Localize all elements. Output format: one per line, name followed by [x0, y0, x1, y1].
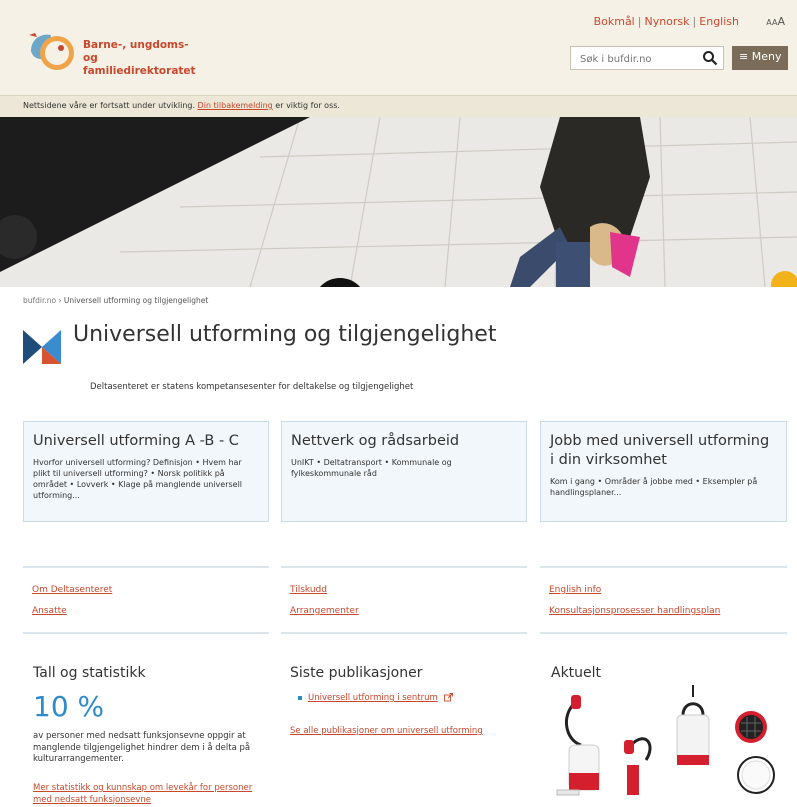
card-desc: Kom i gang • Områder å jobbe med • Eksem…: [550, 477, 758, 497]
publications-title: Siste publikasjoner: [290, 665, 423, 681]
link-om-deltasenteret[interactable]: Om Deltasenteret: [32, 585, 112, 595]
publication-link[interactable]: Universell utforming i sentrum: [308, 693, 438, 703]
hero-photo: [0, 117, 797, 287]
font-size-large[interactable]: A: [777, 15, 785, 28]
menu-button[interactable]: ≡ Meny: [732, 46, 788, 70]
card-jobb-med-uu[interactable]: Jobb med universell utforming i din virk…: [540, 421, 787, 522]
breadcrumb-separator: ›: [58, 296, 62, 305]
font-size-toggle[interactable]: AAA: [766, 15, 785, 28]
card-nettverk-radsarbeid[interactable]: Nettverk og rådsarbeid UnIKT • Deltatran…: [281, 421, 527, 522]
link-column-3: English info Konsultasjonsprosesser hand…: [540, 566, 787, 634]
external-link-icon: [443, 693, 453, 702]
card-desc: UnIKT • Deltatransport • Kommunale og fy…: [291, 458, 452, 478]
card-title: Nettverk og rådsarbeid: [291, 433, 460, 449]
feedback-link[interactable]: Din tilbakemelding: [198, 101, 273, 110]
card-title: Universell utforming A -B - C: [33, 433, 239, 449]
breadcrumb-home[interactable]: bufdir.no: [23, 296, 56, 305]
site-header: Barne-, ungdoms- og familiedirektoratet …: [0, 0, 797, 95]
link-column-2: Tilskudd Arrangementer: [281, 566, 527, 634]
breadcrumb-current: Universell utforming og tilgjengelighet: [63, 296, 209, 305]
lang-nynorsk[interactable]: Nynorsk: [644, 15, 689, 28]
logo-mark-icon: [29, 33, 74, 70]
card-desc: Hvorfor universell utforming? Definisjon…: [33, 458, 243, 500]
link-tilskudd[interactable]: Tilskudd: [290, 585, 327, 595]
link-column-1: Om Deltasenteret Ansatte: [23, 566, 269, 634]
language-switcher: Bokmål | Nynorsk | English: [594, 15, 739, 28]
logo-line-2: og familiedirektoratet: [83, 52, 196, 77]
bullet-icon: [298, 695, 302, 700]
stats-title: Tall og statistikk: [33, 665, 146, 681]
link-english-info[interactable]: English info: [549, 585, 601, 595]
notice-bar: Nettsidene våre er fortsatt under utvikl…: [0, 95, 797, 117]
stat-more-link[interactable]: Mer statistikk og kunnskap om levekår fo…: [33, 783, 273, 806]
all-publications-link[interactable]: Se alle publikasjoner om universell utfo…: [290, 726, 483, 736]
news-title: Aktuelt: [551, 665, 602, 681]
link-arrangementer[interactable]: Arrangementer: [290, 606, 359, 616]
page-subtitle: Deltasenteret er statens kompetansesente…: [90, 382, 414, 392]
search-box: [570, 46, 724, 71]
link-konsultasjonsprosesser[interactable]: Konsultasjonsprosesser handlingsplan: [549, 606, 720, 616]
link-ansatte[interactable]: Ansatte: [32, 606, 67, 616]
notice-text-after: er viktig for oss.: [272, 101, 340, 110]
lang-separator: |: [692, 15, 697, 28]
page-title: Universell utforming og tilgjengelighet: [73, 322, 497, 347]
publication-item[interactable]: Universell utforming i sentrum: [298, 693, 453, 703]
lang-separator: |: [637, 15, 642, 28]
card-title: Jobb med universell utforming i din virk…: [550, 433, 770, 468]
search-icon[interactable]: [702, 50, 718, 66]
card-universell-utforming-abc[interactable]: Universell utforming A -B - C Hvorfor un…: [23, 421, 269, 522]
news-image[interactable]: [551, 685, 787, 807]
stat-description: av personer med nedsatt funksjonsevne op…: [33, 731, 251, 764]
stat-value: 10 %: [33, 690, 105, 723]
breadcrumb: bufdir.no › Universell utforming og tilg…: [23, 296, 208, 305]
logo-line-1: Barne-, ungdoms-: [83, 39, 189, 51]
notice-text-before: Nettsidene våre er fortsatt under utvikl…: [23, 101, 198, 110]
hero-image: [0, 117, 797, 287]
lang-english[interactable]: English: [699, 15, 739, 28]
search-input[interactable]: [578, 48, 702, 71]
site-logo[interactable]: Barne-, ungdoms- og familiedirektoratet: [25, 27, 196, 77]
deltasenteret-icon: [23, 330, 61, 364]
lang-bokmal[interactable]: Bokmål: [594, 15, 635, 28]
logo-text: Barne-, ungdoms- og familiedirektoratet: [83, 39, 196, 78]
